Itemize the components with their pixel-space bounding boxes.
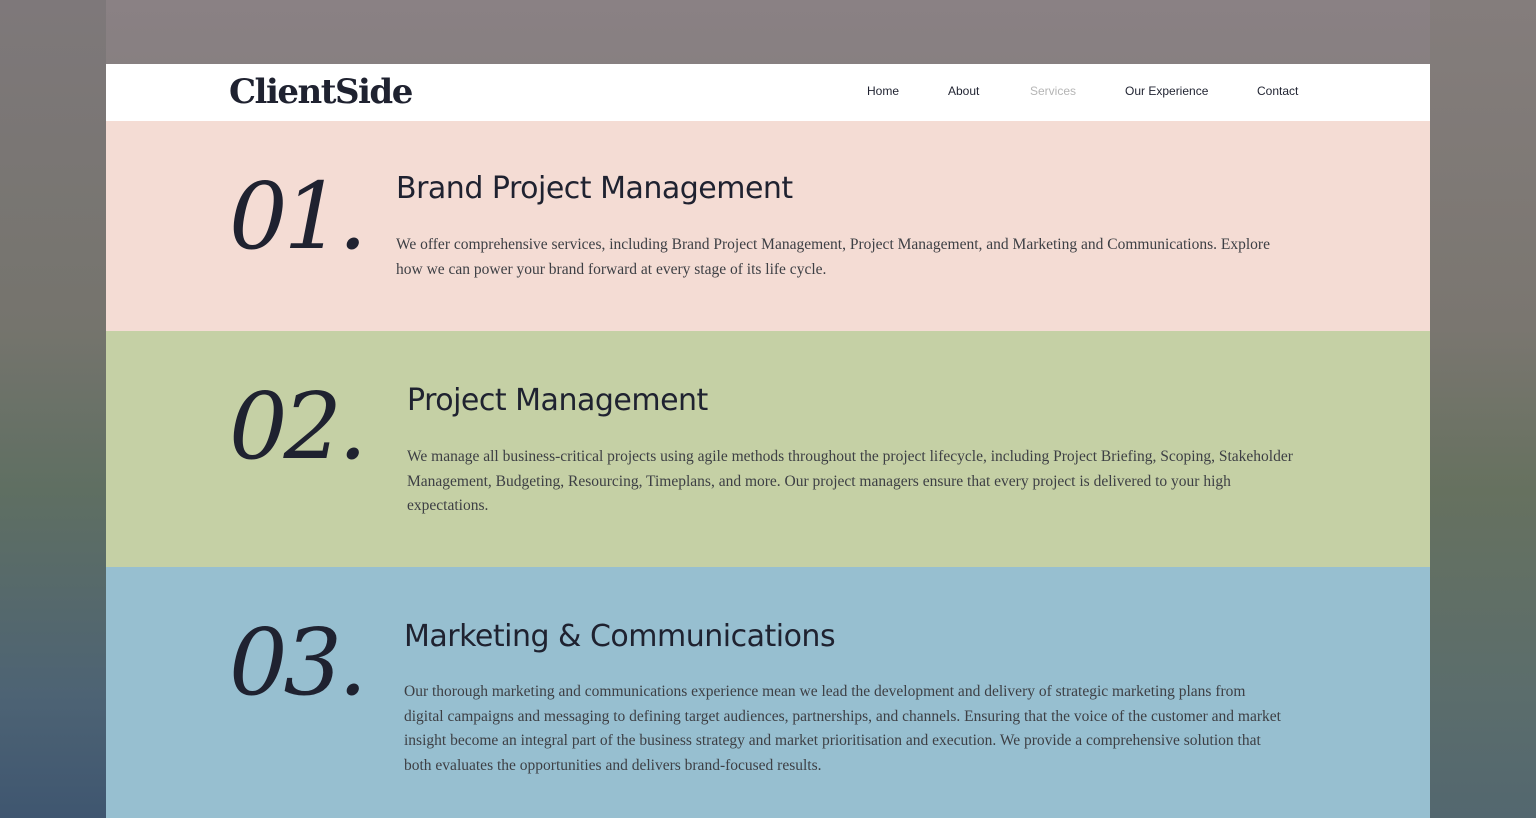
nav-contact[interactable]: Contact xyxy=(1257,84,1298,98)
nav-about[interactable]: About xyxy=(948,84,979,98)
site-header: ClientSide Home About Services Our Exper… xyxy=(106,64,1430,121)
section-number: 02. xyxy=(229,373,367,480)
backdrop-left xyxy=(0,0,106,818)
nav-services[interactable]: Services xyxy=(1030,84,1076,98)
site-logo[interactable]: ClientSide xyxy=(229,72,413,112)
service-section-marketing-communications: 03. Marketing & Communications Our thoro… xyxy=(106,567,1430,818)
section-number: 03. xyxy=(229,609,367,716)
nav-home[interactable]: Home xyxy=(867,84,899,98)
section-number: 01. xyxy=(229,163,367,270)
section-body: Our thorough marketing and communication… xyxy=(404,683,1281,774)
nav-our-experience[interactable]: Our Experience xyxy=(1125,84,1208,98)
service-section-project-management: 02. Project Management We manage all bus… xyxy=(106,331,1430,567)
section-body: We offer comprehensive services, includi… xyxy=(396,236,1270,278)
section-title: Brand Project Management xyxy=(396,171,793,206)
section-body: We manage all business-critical projects… xyxy=(407,448,1293,515)
backdrop-right xyxy=(1430,0,1536,818)
section-title: Marketing & Communications xyxy=(404,619,836,654)
section-title: Project Management xyxy=(407,383,708,418)
service-section-brand-project-management: 01. Brand Project Management We offer co… xyxy=(106,121,1430,331)
website-frame: ClientSide Home About Services Our Exper… xyxy=(106,64,1430,818)
